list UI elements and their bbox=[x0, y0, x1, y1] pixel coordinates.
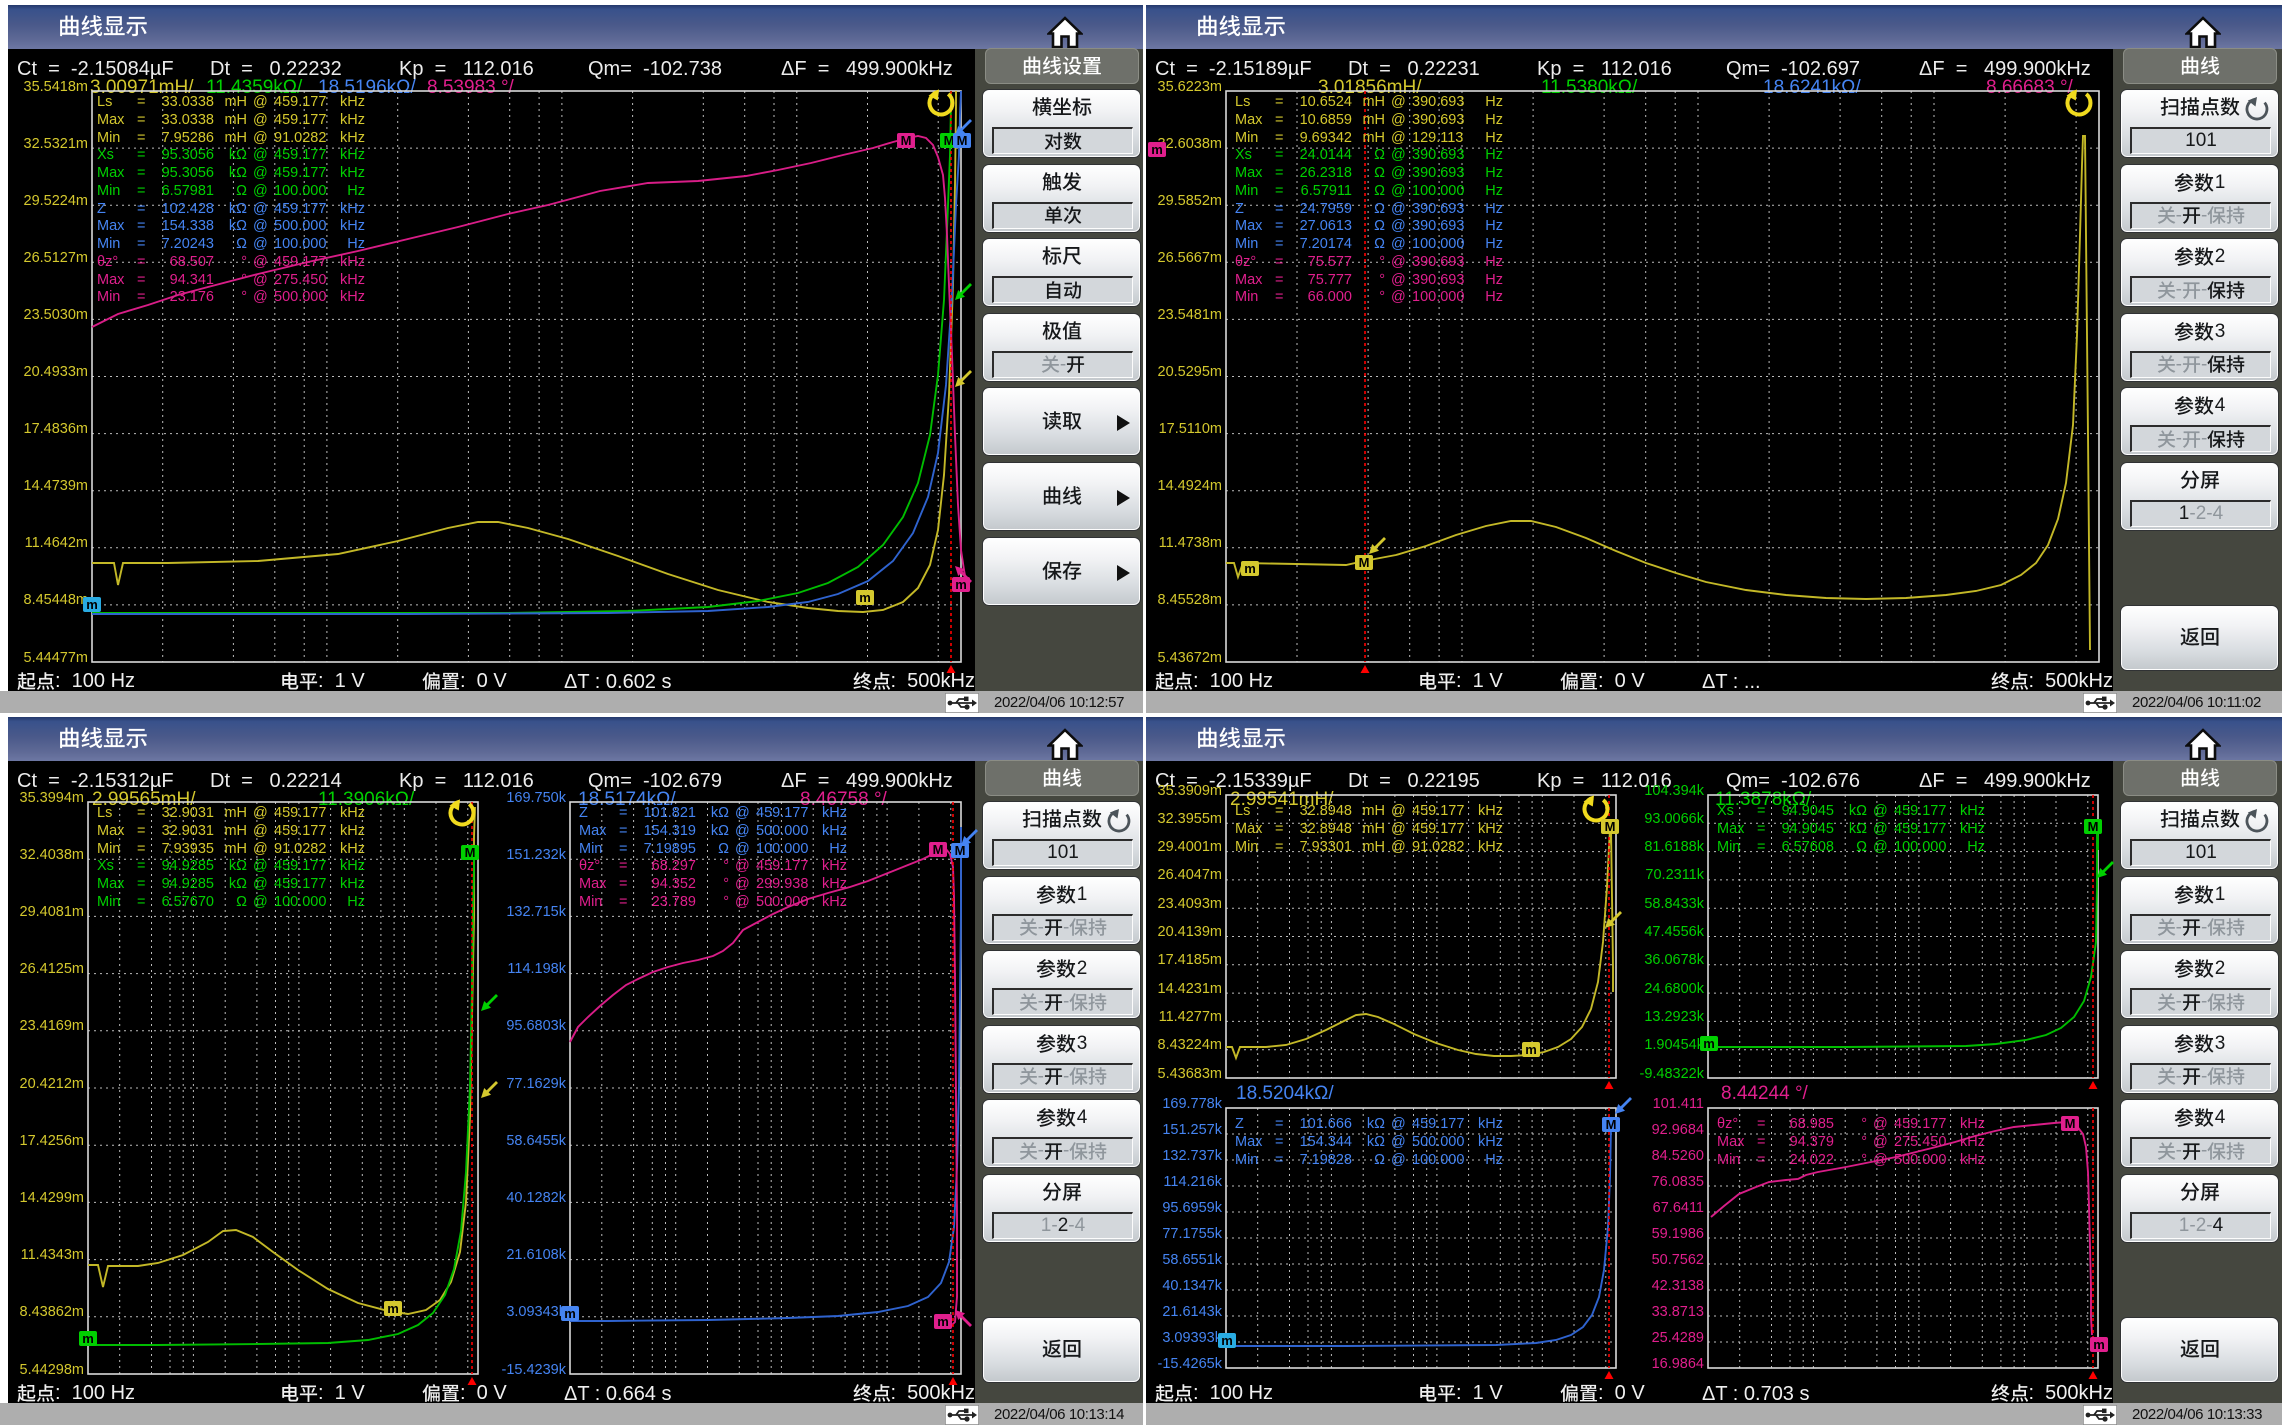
svg-text:m: m bbox=[937, 1314, 949, 1329]
svg-text:m: m bbox=[82, 1331, 94, 1346]
svg-text:m: m bbox=[1525, 1042, 1537, 1057]
svg-text:M: M bbox=[1606, 1117, 1617, 1132]
svg-text:M: M bbox=[944, 133, 955, 148]
svg-text:M: M bbox=[465, 845, 476, 860]
svg-text:M: M bbox=[901, 133, 912, 148]
svg-text:M: M bbox=[957, 133, 968, 148]
svg-text:m: m bbox=[564, 1306, 576, 1321]
svg-text:M: M bbox=[933, 842, 944, 857]
svg-text:M: M bbox=[2065, 1116, 2076, 1131]
svg-text:m: m bbox=[1703, 1036, 1715, 1051]
svg-text:m: m bbox=[387, 1301, 399, 1316]
svg-text:m: m bbox=[955, 577, 967, 592]
svg-text:M: M bbox=[955, 843, 966, 858]
svg-text:m: m bbox=[859, 590, 871, 605]
svg-text:m: m bbox=[1244, 561, 1256, 576]
svg-text:m: m bbox=[2093, 1337, 2105, 1352]
svg-text:m: m bbox=[86, 597, 98, 612]
svg-text:m: m bbox=[1151, 142, 1163, 157]
svg-text:M: M bbox=[1605, 819, 1616, 834]
svg-text:M: M bbox=[2088, 819, 2099, 834]
svg-text:m: m bbox=[1221, 1333, 1233, 1348]
svg-text:M: M bbox=[1359, 555, 1370, 570]
